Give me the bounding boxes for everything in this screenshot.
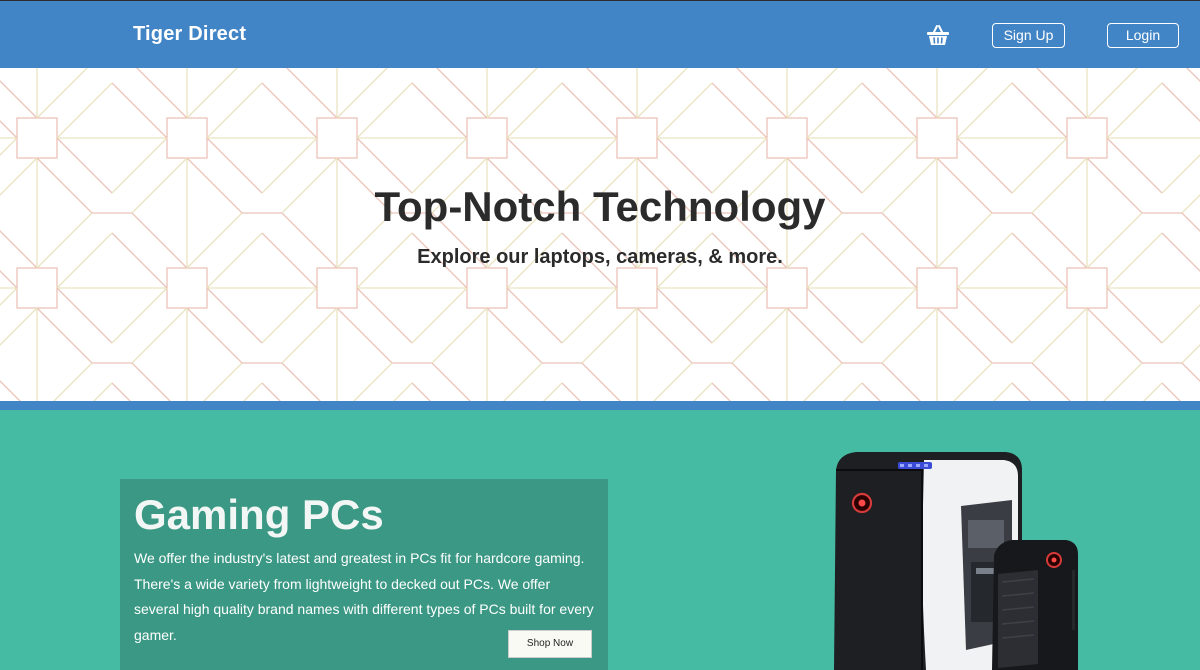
section-divider [0, 401, 1200, 410]
shopping-basket-icon[interactable] [925, 23, 951, 47]
login-button[interactable]: Login [1107, 23, 1179, 48]
gaming-pcs-section: Gaming PCs We offer the industry's lates… [0, 410, 1200, 670]
sign-up-button[interactable]: Sign Up [992, 23, 1065, 48]
brand-logo-text[interactable]: Tiger Direct [133, 23, 246, 46]
geometric-pattern-background [0, 68, 1200, 401]
top-navbar: Tiger Direct Sign Up Login [0, 0, 1200, 68]
hero-subtitle: Explore our laptops, cameras, & more. [417, 246, 783, 268]
gaming-pcs-card: Gaming PCs We offer the industry's lates… [120, 479, 608, 670]
hero-banner: Top-Notch Technology Explore our laptops… [0, 68, 1200, 401]
gaming-pc-image [826, 450, 1086, 670]
shop-now-button[interactable]: Shop Now [508, 630, 592, 658]
gaming-pcs-title: Gaming PCs [134, 491, 384, 538]
hero-title: Top-Notch Technology [374, 183, 826, 230]
